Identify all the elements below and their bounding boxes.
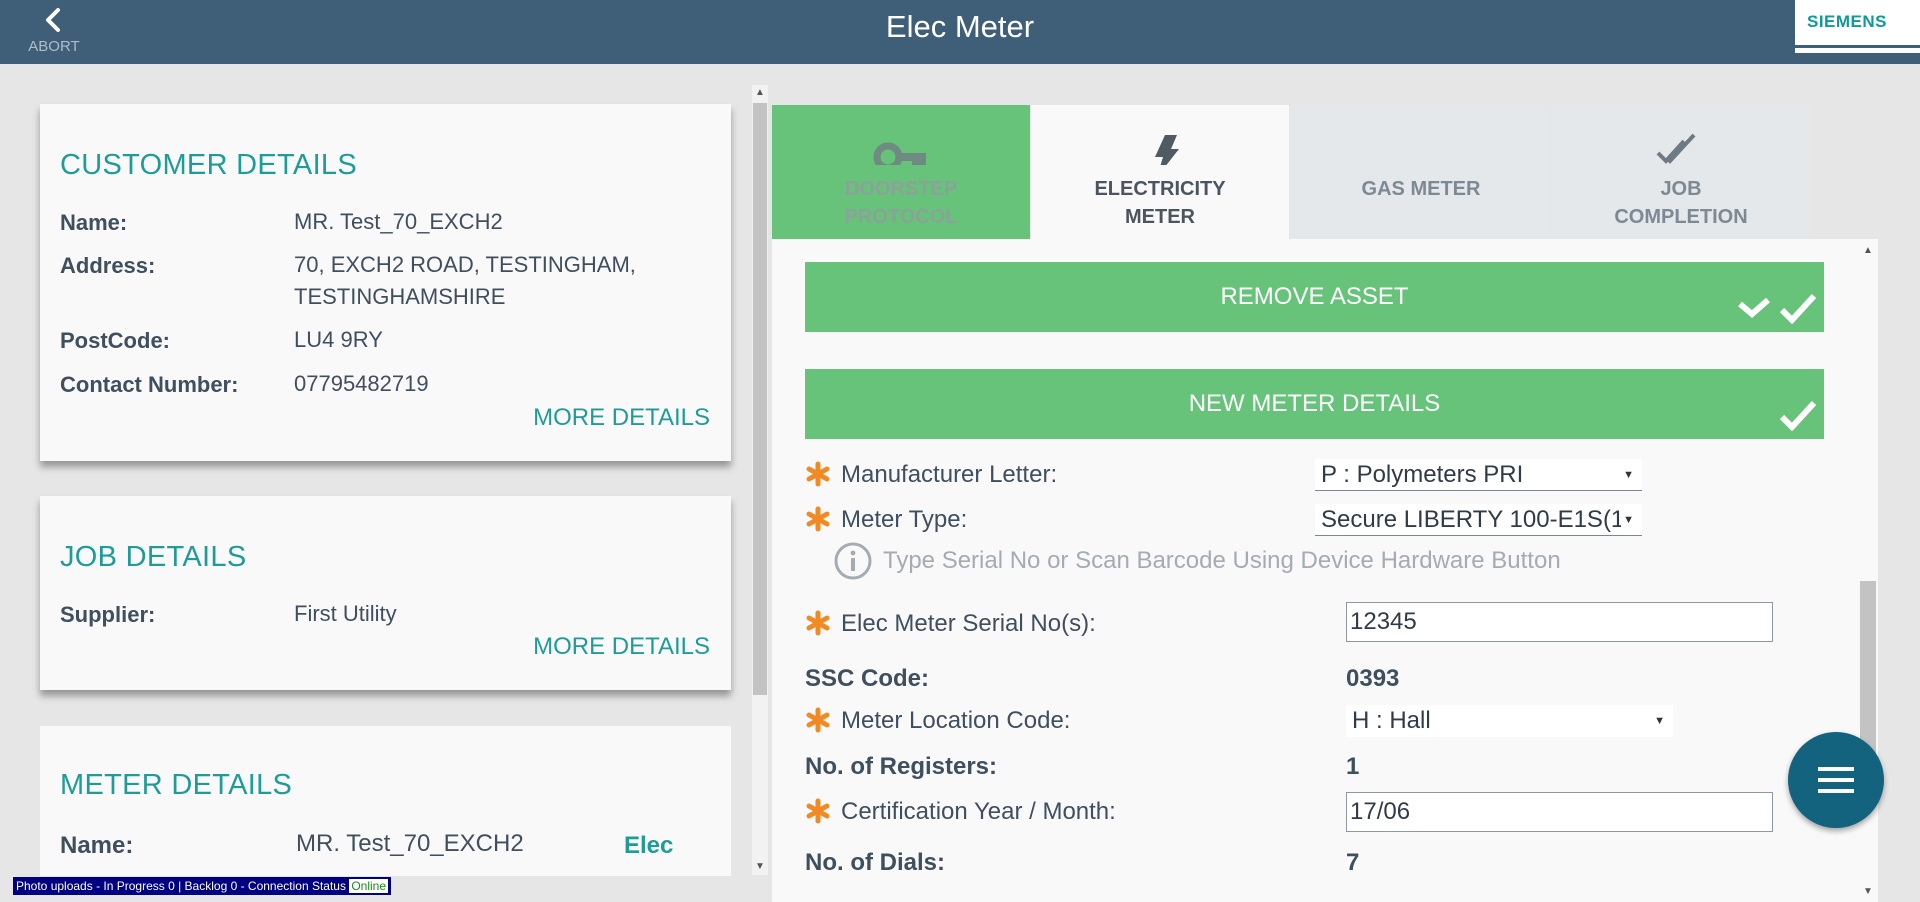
hamburger-menu-icon [1818, 767, 1854, 793]
customer-more-details-link[interactable]: MORE DETAILS [533, 404, 710, 432]
meter-type-label: Meter Type: [841, 506, 968, 533]
dials-label: No. of Dials: [805, 849, 946, 876]
scrollbar-thumb[interactable] [753, 103, 767, 695]
tab-label-line1: ELECTRICITY [1094, 178, 1226, 200]
page-title: Elec Meter [885, 9, 1035, 44]
manufacturer-letter-row: Manufacturer Letter: P : Polymeters PRI … [805, 459, 1824, 493]
elec-serial-row: Elec Meter Serial No(s): [805, 602, 1824, 642]
connection-status-badge: Online [349, 879, 389, 893]
double-check-icon [1552, 119, 1810, 165]
tab-label-line1: DOORSTEP [844, 178, 958, 200]
manufacturer-letter-label: Manufacturer Letter: [841, 461, 1058, 488]
field-label: PostCode: [60, 328, 170, 353]
tab-label-line2: PROTOCOL [844, 206, 958, 228]
logo-underline [1795, 48, 1920, 53]
key-icon [772, 119, 1030, 172]
remove-asset-label: REMOVE ASSET [1220, 283, 1409, 310]
customer-postcode-value: LU4 9RY [294, 327, 383, 352]
meter-location-label: Meter Location Code: [841, 707, 1071, 734]
upload-status-text: Photo uploads - In Progress 0 | Backlog … [16, 879, 346, 893]
upload-status-bar: Photo uploads - In Progress 0 | Backlog … [13, 877, 392, 895]
serial-hint-text: Type Serial No or Scan Barcode Using Dev… [883, 547, 1561, 574]
tab-label-line1: JOB [1660, 178, 1702, 200]
customer-address-line1: 70, EXCH2 ROAD, TESTINGHAM, [294, 252, 636, 277]
left-scrollbar[interactable]: ▲ ▼ [752, 85, 768, 875]
required-asterisk-icon [806, 798, 830, 824]
required-asterisk-icon [806, 707, 830, 733]
check-icon [1779, 400, 1817, 431]
certification-label: Certification Year / Month: [841, 798, 1116, 825]
meter-type-tag: Elec [624, 832, 674, 859]
new-meter-details-label: NEW METER DETAILS [1188, 390, 1441, 417]
field-label: Address: [60, 253, 156, 278]
new-meter-details-section[interactable]: NEW METER DETAILS [805, 369, 1824, 439]
chevron-down-icon: ▼ [1654, 715, 1665, 727]
certification-input[interactable] [1346, 792, 1773, 832]
elec-serial-input[interactable] [1346, 602, 1773, 642]
tab-electricity-meter[interactable]: ELECTRICITY METER [1031, 105, 1289, 239]
info-icon [834, 542, 872, 580]
field-label: Contact Number: [60, 372, 239, 397]
required-asterisk-icon [806, 610, 830, 636]
siemens-logo: SIEMENS [1795, 0, 1920, 45]
scroll-down-arrow-icon[interactable]: ▼ [1860, 884, 1876, 900]
customer-name-value: MR. Test_70_EXCH2 [294, 209, 503, 234]
remove-asset-section[interactable]: REMOVE ASSET [805, 262, 1824, 332]
certification-row: Certification Year / Month: [805, 792, 1824, 832]
tab-label-line1: GAS METER [1361, 178, 1481, 200]
meter-details-card: METER DETAILS Name: MR. Test_70_EXCH2 El… [40, 726, 731, 876]
tab-doorstep-protocol[interactable]: DOORSTEP PROTOCOL [772, 105, 1030, 239]
ssc-code-value: 0393 [1346, 665, 1400, 692]
chevron-down-icon: ▼ [1623, 514, 1634, 526]
ssc-code-label: SSC Code: [805, 665, 930, 692]
scroll-down-arrow-icon[interactable]: ▼ [752, 859, 768, 875]
customer-details-card: CUSTOMER DETAILS Name: MR. Test_70_EXCH2… [40, 104, 731, 461]
chevron-down-icon: ▼ [1623, 469, 1634, 481]
registers-label: No. of Registers: [805, 753, 998, 780]
meter-type-select[interactable]: Secure LIBERTY 100-E1S(1 ▼ [1315, 504, 1642, 536]
supplier-value: First Utility [294, 601, 397, 626]
customer-details-title: CUSTOMER DETAILS [60, 149, 357, 181]
scroll-up-arrow-icon[interactable]: ▲ [752, 85, 768, 101]
menu-button[interactable] [1788, 732, 1884, 828]
required-asterisk-icon [806, 461, 830, 487]
job-details-title: JOB DETAILS [60, 541, 247, 573]
dials-row: No. of Dials: 7 [805, 847, 1824, 881]
tab-gas-meter[interactable]: GAS METER [1292, 105, 1550, 239]
manufacturer-letter-select[interactable]: P : Polymeters PRI ▼ [1315, 459, 1642, 491]
field-label: Name: [60, 832, 134, 859]
meter-type-row: Meter Type: Secure LIBERTY 100-E1S(1 ▼ [805, 504, 1824, 538]
elec-serial-label: Elec Meter Serial No(s): [841, 610, 1096, 637]
ssc-code-row: SSC Code: 0393 [805, 663, 1824, 697]
job-more-details-link[interactable]: MORE DETAILS [533, 633, 710, 661]
dials-value: 7 [1346, 849, 1360, 876]
field-label: Supplier: [60, 602, 156, 627]
registers-row: No. of Registers: 1 [805, 751, 1824, 785]
tab-job-completion[interactable]: JOB COMPLETION [1552, 105, 1810, 239]
customer-contact-value: 07795482719 [294, 371, 429, 396]
meter-location-row: Meter Location Code: H : Hall ▼ [805, 705, 1824, 739]
registers-value: 1 [1346, 753, 1360, 780]
required-asterisk-icon [806, 506, 830, 532]
scroll-up-arrow-icon[interactable]: ▲ [1860, 243, 1876, 259]
field-label: Name: [60, 210, 128, 235]
tab-label-line2: COMPLETION [1614, 206, 1748, 228]
lightning-icon [1031, 119, 1289, 177]
job-details-card: JOB DETAILS Supplier: First Utility MORE… [40, 496, 731, 690]
tab-label-line2: METER [1125, 206, 1195, 228]
meter-location-select[interactable]: H : Hall ▼ [1346, 705, 1673, 737]
app-header: ABORT Elec Meter SIEMENS [0, 0, 1920, 64]
customer-address-line2: TESTINGHAMSHIRE [294, 284, 506, 309]
meter-details-title: METER DETAILS [60, 769, 293, 801]
double-check-icon [1738, 293, 1817, 324]
